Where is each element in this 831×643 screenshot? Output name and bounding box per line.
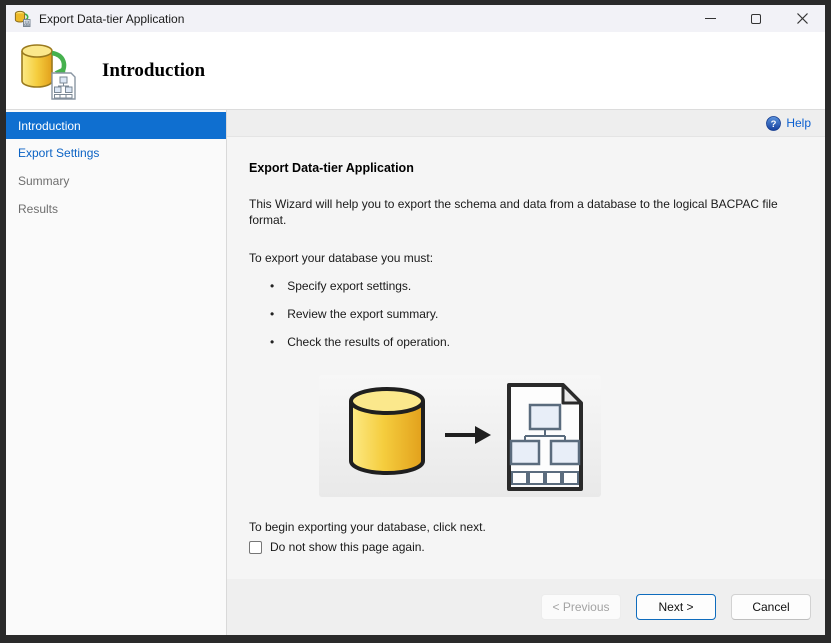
sidebar-item-export-settings[interactable]: Export Settings — [6, 139, 226, 167]
help-circle-icon: ? — [766, 115, 782, 131]
close-button[interactable] — [779, 5, 825, 32]
minimize-icon — [704, 18, 716, 19]
maximize-icon — [751, 13, 761, 24]
sidebar-item-label: Export Settings — [18, 146, 100, 160]
help-strip: ? Help — [227, 110, 825, 137]
sidebar-item-results[interactable]: Results — [6, 195, 226, 223]
help-link[interactable]: ? Help — [766, 115, 811, 131]
wizard-page-pane: ? Help Export Data-tier Application This… — [227, 110, 825, 635]
requirements-intro: To export your database you must: — [249, 251, 434, 265]
help-label: Help — [786, 116, 811, 130]
dont-show-again-row: Do not show this page again. — [249, 540, 805, 554]
export-illustration — [319, 375, 601, 497]
next-button[interactable]: Next > — [636, 594, 716, 620]
close-icon — [796, 13, 808, 24]
export-wizard-window: Export Data-tier Application Introductio… — [6, 5, 825, 635]
requirements-list: Specify export settings. Review the expo… — [249, 279, 805, 349]
bacpac-document-icon — [507, 383, 583, 491]
database-to-bacpac-graphic — [349, 383, 583, 491]
minimize-button[interactable] — [687, 5, 733, 32]
wizard-body: Introduction Export Settings Summary Res… — [6, 109, 825, 635]
window-frame: Export Data-tier Application Introductio… — [0, 0, 831, 643]
sidebar-item-label: Summary — [18, 174, 70, 188]
svg-text:?: ? — [771, 119, 777, 130]
cancel-button[interactable]: Cancel — [731, 594, 811, 620]
export-data-tier-icon — [21, 43, 76, 100]
sidebar-item-label: Introduction — [18, 118, 81, 133]
app-database-export-icon — [14, 10, 31, 27]
wizard-footer: < Previous Next > Cancel — [227, 579, 825, 635]
sidebar-item-introduction[interactable]: Introduction — [6, 112, 226, 139]
maximize-button[interactable] — [733, 5, 779, 32]
wizard-description: This Wizard will help you to export the … — [249, 197, 778, 227]
dont-show-again-checkbox[interactable] — [249, 540, 262, 554]
sidebar-item-summary[interactable]: Summary — [6, 167, 226, 195]
database-cylinder-icon — [349, 387, 425, 475]
titlebar[interactable]: Export Data-tier Application — [6, 5, 825, 32]
requirement-item: Review the export summary. — [249, 307, 805, 321]
requirement-item: Check the results of operation. — [249, 335, 805, 349]
begin-hint: To begin exporting your database, click … — [249, 520, 486, 534]
right-arrow-icon — [445, 426, 491, 444]
content-heading: Export Data-tier Application — [249, 161, 414, 175]
window-title: Export Data-tier Application — [39, 11, 185, 26]
introduction-page-content: Export Data-tier Application This Wizard… — [227, 137, 825, 579]
sidebar-item-label: Results — [18, 202, 59, 216]
previous-button[interactable]: < Previous — [541, 594, 621, 620]
requirement-item: Specify export settings. — [249, 279, 805, 293]
wizard-header: Introduction — [6, 32, 825, 109]
wizard-steps-sidebar: Introduction Export Settings Summary Res… — [6, 110, 227, 635]
dont-show-again-label[interactable]: Do not show this page again. — [270, 540, 425, 554]
page-title: Introduction — [102, 59, 206, 81]
